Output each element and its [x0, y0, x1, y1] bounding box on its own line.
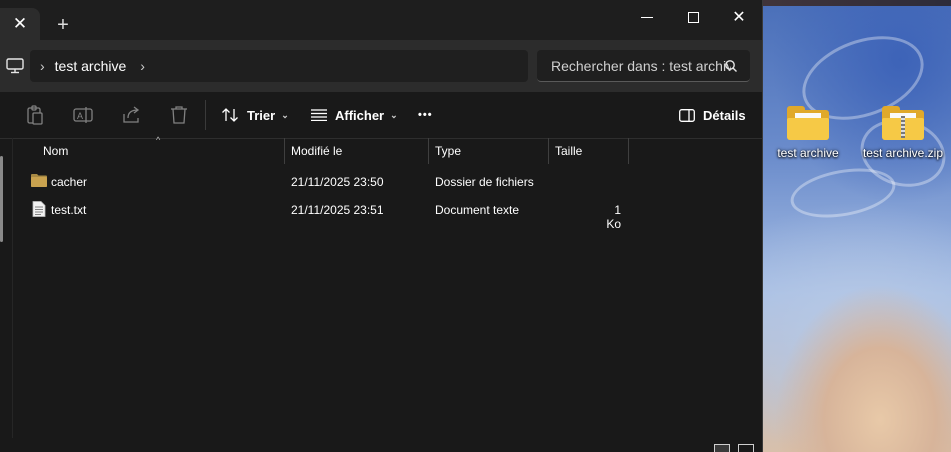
close-icon: ✕ [12, 14, 28, 33]
maximize-button[interactable] [670, 0, 716, 34]
title-bar: ✕ + ✕ [0, 0, 762, 40]
address-bar[interactable]: › test archive › [30, 50, 528, 82]
folder-icon [787, 106, 829, 140]
file-explorer-window: ✕ + ✕ › test archive › Rechercher dans:… [0, 0, 763, 452]
maximize-icon [687, 11, 699, 23]
status-bar [0, 440, 762, 452]
plus-icon: + [57, 13, 69, 36]
tab-close-button[interactable]: ✕ [0, 8, 40, 40]
file-name: test.txt [51, 203, 87, 217]
rename-icon[interactable]: A [72, 104, 94, 126]
more-options-button[interactable]: ••• [418, 104, 433, 126]
toolbar-divider [205, 100, 206, 130]
tiles-view-button[interactable] [738, 444, 754, 452]
file-name: cacher [51, 175, 88, 189]
column-header-label: Nom [43, 144, 69, 158]
minimize-button[interactable] [624, 0, 670, 34]
command-bar: A Trier ⌄ Afficher ⌄ ••• Détails [0, 92, 762, 139]
breadcrumb-test-archive[interactable]: test archive [55, 58, 127, 74]
desktop-icon-label: test archive [777, 146, 839, 160]
nav-pane-scrollbar[interactable] [0, 156, 3, 242]
column-header-size[interactable]: Taille [549, 138, 629, 164]
address-row: › test archive › [0, 40, 762, 92]
zip-folder-icon [882, 106, 924, 140]
column-header-label: Modifié le [291, 144, 343, 158]
search-box[interactable] [537, 50, 750, 82]
desktop-icon-test-archive-zip[interactable]: test archive.zip [860, 106, 946, 160]
text-file-icon [32, 201, 46, 217]
nav-pane-divider[interactable] [12, 138, 13, 438]
sort-button[interactable]: Trier ⌄ [221, 104, 289, 126]
file-type: Document texte [435, 203, 520, 217]
trash-icon[interactable] [168, 104, 190, 126]
minimize-icon [641, 16, 653, 18]
column-headers: ^ Nom Modifié le Type Taille [0, 135, 762, 164]
column-header-label: Type [435, 144, 462, 158]
share-icon[interactable] [120, 104, 142, 126]
paste-icon[interactable] [24, 104, 46, 126]
desktop-icon-label: test archive.zip [862, 146, 944, 160]
column-header-label: Taille [555, 144, 583, 158]
details-pane-button[interactable]: Détails [679, 104, 746, 126]
chevron-right-icon[interactable]: › [126, 58, 155, 74]
chevron-right-icon[interactable]: › [30, 58, 55, 74]
svg-text:A: A [77, 111, 83, 121]
chevron-down-icon: ⌄ [281, 109, 289, 120]
close-button[interactable]: ✕ [716, 0, 762, 34]
search-input[interactable] [537, 50, 733, 82]
file-modified: 21/11/2025 23:50 [291, 175, 384, 189]
desktop-icon-test-archive[interactable]: test archive [765, 106, 851, 160]
view-label: Afficher [335, 107, 385, 123]
details-view-button[interactable] [714, 444, 730, 452]
file-type: Dossier de fichiers [435, 175, 534, 189]
column-divider[interactable] [628, 138, 629, 164]
search-icon[interactable] [724, 59, 738, 73]
column-header-name[interactable]: Nom [37, 138, 285, 164]
sort-label: Trier [247, 107, 276, 123]
file-row[interactable]: cacher 21/11/2025 23:50 Dossier de fichi… [14, 169, 762, 195]
close-icon: ✕ [732, 9, 746, 26]
file-row[interactable]: test.txt 21/11/2025 23:51 Document texte… [14, 197, 762, 231]
sort-icon [222, 108, 238, 122]
view-icon [311, 109, 327, 121]
new-tab-button[interactable]: + [50, 12, 76, 38]
chevron-down-icon: ⌄ [390, 109, 398, 120]
details-label: Détails [703, 107, 746, 123]
more-icon: ••• [418, 109, 433, 121]
file-size: 1 Ko [606, 203, 621, 231]
folder-icon [31, 174, 47, 187]
details-pane-icon [679, 108, 695, 122]
column-header-type[interactable]: Type [429, 138, 549, 164]
column-header-modified[interactable]: Modifié le [285, 138, 429, 164]
file-modified: 21/11/2025 23:51 [291, 203, 384, 217]
computer-icon[interactable] [6, 58, 24, 74]
view-button[interactable]: Afficher ⌄ [311, 104, 398, 126]
